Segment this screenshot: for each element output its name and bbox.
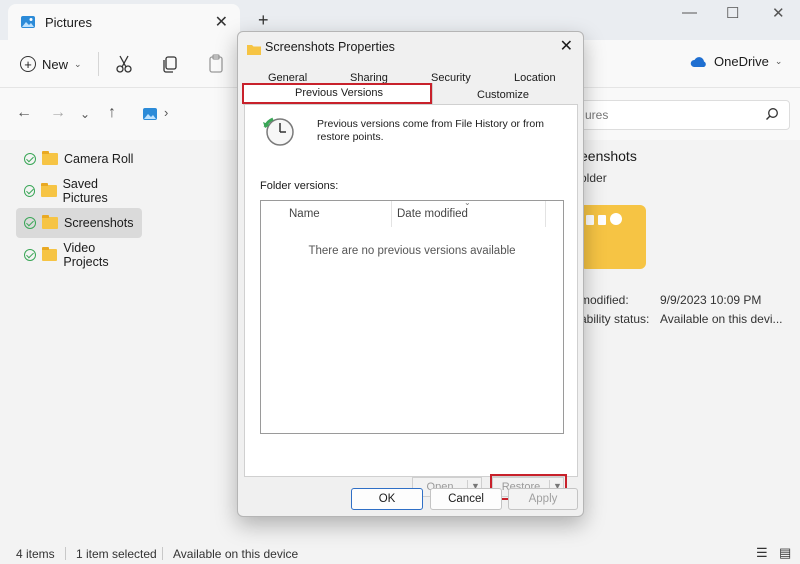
details-view-icon[interactable]: ☰ — [756, 545, 768, 561]
sidebar-item-label: Saved Pictures — [62, 177, 108, 205]
paste-icon[interactable] — [206, 52, 226, 76]
recent-locations-chevron-icon[interactable]: ⌄ — [80, 107, 90, 121]
column-date-modified[interactable]: Date modified — [397, 208, 468, 220]
sidebar-item-camera-roll[interactable]: Camera Roll — [16, 144, 142, 174]
chevron-down-icon: ⌄ — [74, 58, 82, 69]
folder-icon — [247, 45, 261, 55]
synced-check-icon — [24, 249, 36, 261]
pictures-icon — [143, 108, 157, 120]
item-count: 4 items — [16, 547, 55, 561]
chevron-right-icon: › — [164, 105, 169, 120]
sidebar-item-label: Camera Roll — [64, 152, 134, 166]
tab-security[interactable]: Security — [431, 72, 471, 84]
modified-value: 9/9/2023 10:09 PM — [660, 293, 762, 307]
folder-icon — [42, 215, 58, 229]
onedrive-button[interactable]: OneDrive ⌄ — [690, 54, 782, 69]
maximize-icon[interactable]: ☐ — [726, 4, 739, 22]
navigation-pane: Camera Roll Saved Pictures Screenshots V… — [0, 140, 150, 540]
synced-check-icon — [24, 217, 36, 229]
selection-count: 1 item selected — [76, 547, 157, 561]
cancel-button[interactable]: Cancel — [430, 488, 502, 510]
cut-icon[interactable] — [114, 52, 134, 76]
availability-status: Available on this device — [173, 547, 299, 561]
sort-chevron-icon: ⌄ — [464, 198, 471, 207]
synced-check-icon — [24, 185, 36, 197]
folder-icon — [42, 151, 58, 165]
column-name[interactable]: Name — [289, 208, 320, 220]
details-subtitle: older — [580, 171, 607, 185]
versions-list[interactable]: Name Date modified ⌄ There are no previo… — [260, 198, 564, 434]
close-icon[interactable]: ✕ — [560, 36, 573, 56]
list-header: Name Date modified ⌄ — [261, 198, 563, 227]
sidebar-item-label: Screenshots — [64, 216, 134, 230]
apply-button[interactable]: Apply — [508, 488, 578, 510]
folder-thumbnail — [580, 205, 646, 269]
search-placeholder: ures — [585, 108, 609, 122]
tab-customize[interactable]: Customize — [477, 89, 529, 101]
close-window-icon[interactable]: ✕ — [772, 4, 785, 22]
toolbar-divider — [98, 52, 99, 76]
status-divider — [162, 547, 163, 560]
tab-pictures[interactable]: Pictures ✕ — [8, 4, 240, 40]
new-label: New — [42, 56, 69, 72]
tab-title: Pictures — [45, 15, 92, 30]
availability-label: ability status: — [580, 312, 650, 326]
minimize-icon[interactable]: — — [682, 4, 697, 21]
synced-check-icon — [24, 153, 36, 165]
tiles-view-icon[interactable]: ▤ — [779, 545, 791, 561]
details-pane: eenshots older modified: 9/9/2023 10:09 … — [580, 140, 800, 540]
search-input[interactable]: ures — [560, 100, 790, 130]
folder-icon — [41, 247, 58, 261]
back-arrow-icon[interactable]: ← — [16, 104, 32, 122]
tab-location[interactable]: Location — [514, 72, 556, 84]
properties-dialog: Screenshots Properties ✕ General Sharing… — [237, 31, 584, 517]
tab-highlight-box — [242, 83, 432, 104]
details-title: eenshots — [580, 148, 637, 164]
sidebar-item-saved-pictures[interactable]: Saved Pictures — [16, 176, 142, 206]
folder-versions-label: Folder versions: — [260, 180, 339, 192]
intro-text: Previous versions come from File History… — [317, 118, 544, 143]
sidebar-item-label: Video Projects — [63, 241, 109, 269]
cloud-icon — [690, 56, 706, 67]
forward-arrow-icon[interactable]: → — [50, 104, 66, 122]
onedrive-label: OneDrive — [714, 54, 769, 69]
dialog-title: Screenshots Properties — [265, 40, 395, 54]
up-arrow-icon[interactable]: ↑ — [108, 104, 116, 122]
previous-versions-panel: Previous versions come from File History… — [244, 104, 578, 500]
close-tab-icon[interactable]: ✕ — [215, 12, 228, 32]
ok-button[interactable]: OK — [351, 488, 423, 510]
sidebar-item-screenshots[interactable]: Screenshots — [16, 208, 142, 238]
modified-label: modified: — [580, 293, 629, 307]
new-tab-button[interactable]: + — [258, 10, 269, 31]
status-divider — [65, 547, 66, 560]
new-button[interactable]: + New ⌄ — [20, 53, 82, 75]
sidebar-item-video-projects[interactable]: Video Projects — [16, 240, 142, 270]
pictures-icon — [21, 16, 35, 28]
column-divider — [545, 201, 546, 227]
folder-icon — [41, 183, 57, 197]
column-divider — [391, 201, 392, 227]
restore-clock-icon — [263, 117, 294, 146]
chevron-down-icon: ⌄ — [774, 56, 783, 66]
copy-icon[interactable] — [160, 52, 180, 76]
search-icon — [766, 108, 778, 120]
status-bar: 4 items 1 item selected Available on thi… — [0, 542, 800, 564]
empty-message: There are no previous versions available — [308, 245, 516, 257]
plus-icon: + — [20, 56, 36, 72]
availability-value: Available on this devi... — [660, 312, 783, 326]
